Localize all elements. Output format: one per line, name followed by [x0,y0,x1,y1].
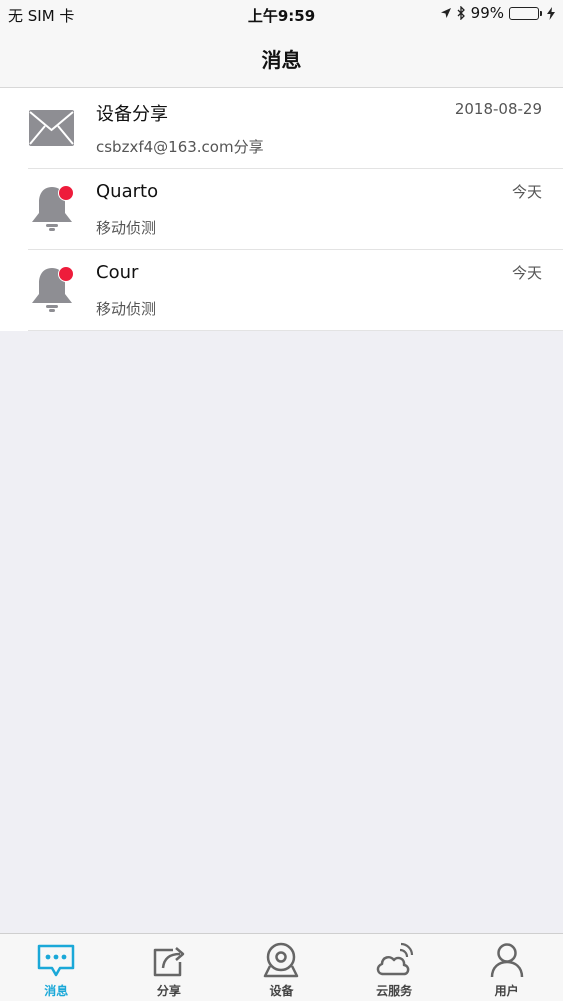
battery-icon [509,6,542,20]
page-title: 消息 [261,48,302,72]
message-time: 2018-08-29 [454,100,542,118]
message-item-quarto[interactable]: Quarto 移动侦测 今天 [0,169,563,250]
bluetooth-icon [457,6,465,20]
message-title: Cour [96,262,139,283]
tab-messages[interactable]: 消息 [0,934,113,1001]
message-subtitle: 移动侦测 [96,219,157,237]
tab-label: 云服务 [376,984,413,998]
navigation-bar: 消息 [0,30,563,88]
tab-label: 分享 [156,984,181,998]
unread-badge [58,185,74,201]
location-arrow-icon [440,8,451,18]
envelope-icon [28,102,76,154]
message-subtitle: csbzxf4@163.com分享 [96,138,264,156]
message-title: 设备分享 [96,104,168,125]
status-bar: 无 SIM 卡 上午9:59 99% [0,0,563,30]
tab-label: 消息 [44,984,69,998]
tab-label: 设备 [269,984,294,998]
tab-devices[interactable]: 设备 [225,934,338,1001]
battery-percent: 99% [470,4,504,22]
share-icon [153,947,185,977]
camera-icon [264,942,299,978]
tab-user[interactable]: 用户 [450,934,563,1001]
message-item-device-share[interactable]: 设备分享 csbzxf4@163.com分享 2018-08-29 [0,88,563,169]
tab-share[interactable]: 分享 [113,934,226,1001]
row-divider [28,330,563,331]
message-list: 设备分享 csbzxf4@163.com分享 2018-08-29 Quarto… [0,88,563,331]
charging-icon [547,6,555,20]
cloud-icon [376,942,414,976]
user-icon [490,943,523,978]
tab-bar: 消息 分享 设备 云服务 用户 [0,933,563,1001]
message-title: Quarto [96,181,159,202]
bell-icon [28,264,76,316]
tab-label: 用户 [494,984,519,998]
message-item-cour[interactable]: Cour 移动侦测 今天 [0,250,563,331]
unread-badge [58,266,74,282]
message-time: 今天 [511,183,542,201]
message-subtitle: 移动侦测 [96,300,157,318]
message-time: 今天 [511,264,542,282]
tab-cloud[interactable]: 云服务 [338,934,451,1001]
message-icon [38,944,75,977]
bell-icon [28,183,76,235]
status-right: 99% [440,4,555,22]
